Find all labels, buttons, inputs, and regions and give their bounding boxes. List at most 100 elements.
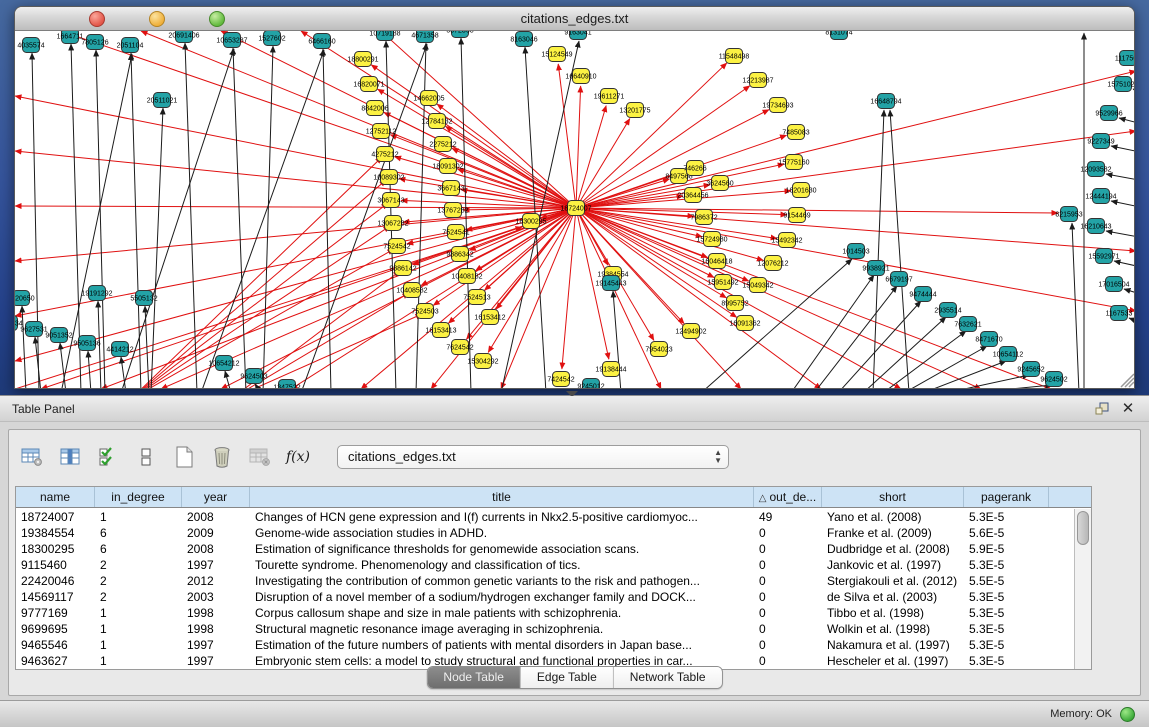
network-node[interactable]: 9227349 [1087,134,1114,149]
network-node[interactable]: 4671358 [411,31,438,43]
network-node[interactable]: 9051352 [45,328,72,343]
network-node[interactable]: 5572368 [446,31,473,38]
table-row[interactable]: 977716911998Corpus callosum shape and si… [16,605,1074,621]
network-node[interactable]: 7632621 [954,317,981,332]
column-header-name[interactable]: name [16,487,95,507]
network-node[interactable]: 9245012 [577,379,604,389]
network-node[interactable]: 3067143 [377,193,404,208]
tab-node-table[interactable]: Node Table [427,667,521,688]
network-node[interactable]: 2051104 [117,38,144,53]
network-node[interactable]: 1347522 [273,380,300,389]
network-node[interactable]: 8471670 [975,332,1002,347]
network-node[interactable]: 12784132 [421,114,452,129]
function-builder-button[interactable]: f(x) [285,445,311,469]
column-header-year[interactable]: year [182,487,250,507]
show-columns-button[interactable] [57,445,83,469]
canvas-resize-grip[interactable] [1121,374,1134,387]
network-node[interactable]: 7524503 [411,304,438,319]
network-node[interactable]: 9624502 [1040,372,1067,387]
network-node[interactable]: 11548498 [719,49,750,64]
network-node[interactable]: 15751024 [1107,77,1134,92]
table-selector[interactable]: citations_edges.txt ▲▼ [337,445,729,469]
column-header-pagerank[interactable]: pagerank [964,487,1049,507]
network-node[interactable]: 7424542 [547,372,574,387]
tab-edge-table[interactable]: Edge Table [521,667,614,688]
network-node[interactable]: 12752112 [366,124,397,139]
network-node[interactable]: 9505136 [73,336,100,351]
network-node[interactable]: 7524541 [442,225,469,240]
create-table-button[interactable] [171,445,197,469]
column-header-in_degree[interactable]: in_degree [95,487,182,507]
network-node[interactable]: 19611271 [594,89,625,104]
network-node[interactable]: 2620650 [15,291,35,306]
network-node[interactable]: 8215953 [1055,207,1082,222]
network-node[interactable]: 746266 [683,161,706,176]
network-node[interactable]: 15049342 [742,278,773,293]
network-node[interactable]: 1117503 [1115,51,1134,66]
network-node[interactable]: 16820071 [353,77,384,92]
table-row[interactable]: 1938455462009Genome-wide association stu… [16,525,1074,541]
network-node[interactable]: 4414212 [106,342,133,357]
network-canvas[interactable]: 1872400715124549166409101961127113201775… [15,31,1134,388]
network-node[interactable]: 19138444 [595,362,626,377]
network-node[interactable]: 7485083 [782,125,809,140]
table-row[interactable]: 1872400712008Changes of HCN gene express… [16,509,1074,525]
network-node[interactable]: 15124549 [541,47,572,62]
network-node[interactable]: 3624560 [706,176,733,191]
network-node[interactable]: 9163041 [564,31,591,40]
table-row[interactable]: 1456911722003Disruption of a novel membe… [16,589,1074,605]
network-node[interactable]: 20511021 [147,93,178,108]
network-node[interactable]: 9627531 [20,322,47,337]
float-panel-icon[interactable] [1093,400,1111,418]
network-node[interactable]: 7524513 [463,290,490,305]
network-node[interactable]: 7805126 [81,35,108,50]
network-node[interactable]: 12213987 [742,73,773,88]
delete-table-button[interactable] [209,445,235,469]
network-node[interactable]: 6466160 [308,34,335,49]
scrollbar-thumb[interactable] [1077,511,1089,545]
network-node[interactable]: 4275212 [371,147,398,162]
network-graph[interactable]: 1872400715124549166409101961127113201775… [15,31,1134,388]
network-node[interactable]: 13201775 [619,103,650,118]
column-header-out_de[interactable]: △out_de... [754,487,822,507]
network-node[interactable]: 16153412 [474,310,505,325]
network-node[interactable]: 12076212 [757,256,788,271]
table-row[interactable]: 911546021997Tourette syndrome. Phenomeno… [16,557,1074,573]
network-node[interactable]: 16201630 [785,183,816,198]
table-row[interactable]: 946554611997Estimation of the future num… [16,637,1074,653]
table-vertical-scrollbar[interactable] [1074,509,1091,669]
network-node[interactable]: 4035574 [17,38,44,53]
network-node[interactable]: 15775160 [778,155,809,170]
network-node[interactable]: 6679197 [885,272,912,287]
network-node[interactable]: 13067282 [377,216,408,231]
network-node[interactable]: 2935514 [934,303,961,318]
close-panel-icon[interactable]: ✕ [1119,400,1137,418]
network-node[interactable]: 9245652 [1017,362,1044,377]
network-node[interactable]: 9474444 [909,287,936,302]
network-node[interactable]: 16091362 [729,316,760,331]
network-node[interactable]: 14662005 [413,91,444,106]
table-row[interactable]: 1830029562008Estimation of significance … [16,541,1074,557]
network-node[interactable]: 16153413 [425,323,456,338]
row-height-button[interactable] [133,445,159,469]
network-node[interactable]: 13767282 [437,203,468,218]
network-node[interactable]: 3667143 [437,181,464,196]
network-node[interactable]: 9938921 [862,261,889,276]
tab-network-table[interactable]: Network Table [614,667,722,688]
table-row[interactable]: 2242004622012Investigating the contribut… [16,573,1074,589]
network-node[interactable]: 1167533 [1106,306,1133,321]
network-node[interactable]: 15304292 [467,354,498,369]
network-node[interactable]: 16648794 [870,94,901,109]
network-node[interactable]: 1664711 [57,31,84,44]
network-node[interactable]: 9529966 [1095,106,1122,121]
network-node[interactable]: 10653287 [216,33,247,48]
select-all-rows-button[interactable] [95,445,121,469]
network-node[interactable]: 10719188 [369,31,400,41]
network-node[interactable]: 20691406 [168,31,199,43]
network-node[interactable]: 8163046 [510,32,537,47]
network-node[interactable]: 10654112 [993,347,1024,362]
network-node[interactable]: 2275212 [429,137,456,152]
network-node[interactable]: 15724980 [696,232,727,247]
column-header-title[interactable]: title [250,487,754,507]
network-node[interactable]: 1527602 [258,31,285,46]
